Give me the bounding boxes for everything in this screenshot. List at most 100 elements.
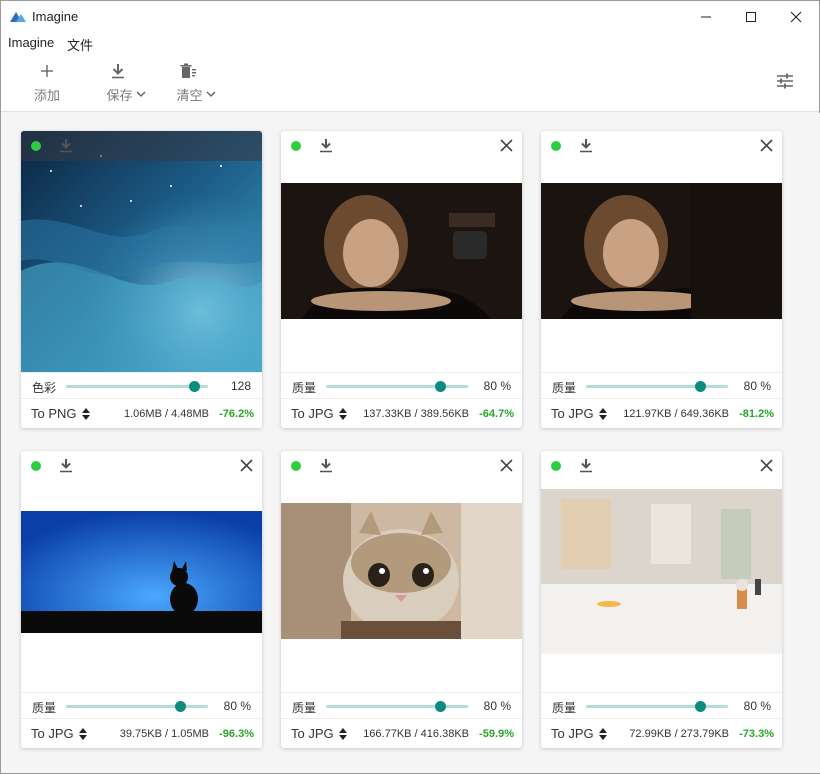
- format-row: To JPG 121.97KB / 649.36KB -81.2%: [541, 398, 782, 428]
- sort-arrows-icon: [598, 407, 607, 420]
- download-icon[interactable]: [319, 458, 333, 473]
- menu-bar: Imagine 文件: [1, 32, 819, 54]
- download-icon[interactable]: [579, 138, 593, 153]
- control-value: 80 %: [483, 379, 511, 393]
- settings-sliders-icon[interactable]: [776, 72, 794, 90]
- quality-slider[interactable]: [586, 381, 728, 392]
- minimize-icon: [701, 16, 711, 17]
- format-row: To JPG 39.75KB / 1.05MB -96.3%: [21, 718, 262, 748]
- maximize-icon: [746, 11, 756, 22]
- card-header: [21, 451, 262, 481]
- slider-thumb[interactable]: [434, 381, 446, 392]
- download-icon[interactable]: [59, 458, 73, 473]
- slider-thumb[interactable]: [694, 381, 706, 392]
- clear-button[interactable]: 清空: [173, 60, 219, 106]
- card-header: [21, 131, 262, 161]
- status-done-icon: [31, 141, 41, 151]
- format-label: To JPG: [31, 726, 74, 741]
- close-icon[interactable]: [500, 459, 513, 472]
- file-sizes: 72.99KB / 273.79KB: [629, 728, 729, 740]
- image-card[interactable]: 质量 80 % To JPG 39.75KB / 1.05MB -96.3%: [21, 451, 262, 748]
- control-value: 128: [230, 379, 251, 393]
- compression-ratio: -73.3%: [739, 728, 774, 740]
- download-icon[interactable]: [59, 138, 73, 153]
- slider-thumb[interactable]: [434, 701, 446, 712]
- close-icon[interactable]: [760, 459, 773, 472]
- format-select[interactable]: To JPG: [291, 406, 347, 421]
- format-select[interactable]: To JPG: [551, 726, 607, 741]
- status-done-icon: [291, 461, 301, 471]
- compression-ratio: -64.7%: [479, 408, 514, 420]
- close-icon[interactable]: [240, 459, 253, 472]
- card-header: [281, 451, 522, 481]
- format-select[interactable]: To JPG: [31, 726, 87, 741]
- card-header: [281, 131, 522, 161]
- save-button[interactable]: 保存: [103, 60, 149, 106]
- image-card[interactable]: 质量 80 % To JPG 72.99KB / 273.79KB -73.3%: [541, 451, 782, 748]
- quality-slider[interactable]: [586, 701, 728, 712]
- add-label: 添加: [33, 88, 60, 103]
- quality-control: 质量 80 %: [281, 692, 522, 718]
- galaxy-image: [21, 131, 262, 372]
- minimize-button[interactable]: [683, 1, 729, 32]
- close-window-button[interactable]: [773, 1, 819, 32]
- menu-item-imagine[interactable]: Imagine: [8, 35, 54, 50]
- format-select[interactable]: To JPG: [551, 406, 607, 421]
- cat-silhouette-image: [21, 511, 262, 633]
- format-select[interactable]: To JPG: [291, 726, 347, 741]
- sort-arrows-icon: [338, 727, 347, 740]
- quality-slider[interactable]: [66, 701, 208, 712]
- chevron-down-icon: [135, 91, 146, 98]
- quality-control: 质量 80 %: [541, 692, 782, 718]
- close-icon[interactable]: [760, 139, 773, 152]
- chevron-down-icon: [205, 91, 216, 98]
- format-row: To JPG 166.77KB / 416.38KB -59.9%: [281, 718, 522, 748]
- clear-all-icon: [180, 63, 196, 78]
- portrait-image: [541, 183, 782, 319]
- control-value: 80 %: [743, 699, 771, 713]
- file-sizes: 137.33KB / 389.56KB: [363, 408, 469, 420]
- slider-thumb[interactable]: [694, 701, 706, 712]
- app-logo-icon: [10, 12, 26, 22]
- image-card[interactable]: 质量 80 % To JPG 166.77KB / 416.38KB -59.9…: [281, 451, 522, 748]
- color-control: 色彩 128: [21, 372, 262, 398]
- quality-control: 质量 80 %: [281, 372, 522, 398]
- plus-icon: [41, 65, 53, 77]
- control-label: 色彩: [32, 381, 57, 395]
- save-label: 保存: [106, 88, 133, 103]
- card-header: [541, 131, 782, 161]
- image-card[interactable]: 质量 80 % To JPG 121.97KB / 649.36KB -81.2…: [541, 131, 782, 428]
- quality-control: 质量 80 %: [21, 692, 262, 718]
- format-select[interactable]: To PNG: [31, 406, 90, 421]
- compression-ratio: -96.3%: [219, 728, 254, 740]
- slider-thumb[interactable]: [188, 381, 200, 392]
- quality-slider[interactable]: [326, 381, 468, 392]
- image-grid: 色彩 128 To PNG 1.06MB / 4.48MB -76.2% 质量 …: [2, 113, 820, 773]
- control-value: 80 %: [483, 699, 511, 713]
- download-icon[interactable]: [319, 138, 333, 153]
- format-row: To JPG 72.99KB / 273.79KB -73.3%: [541, 718, 782, 748]
- compression-ratio: -81.2%: [739, 408, 774, 420]
- maximize-button[interactable]: [728, 1, 774, 32]
- add-button[interactable]: 添加: [32, 60, 62, 106]
- figurines-image: [541, 489, 782, 654]
- close-icon[interactable]: [500, 139, 513, 152]
- control-value: 80 %: [223, 699, 251, 713]
- menu-item-file[interactable]: 文件: [67, 35, 93, 54]
- color-slider[interactable]: [66, 381, 208, 392]
- close-icon: [790, 11, 802, 22]
- control-label: 质量: [32, 701, 57, 715]
- format-label: To JPG: [551, 726, 594, 741]
- quality-control: 质量 80 %: [541, 372, 782, 398]
- sort-arrows-icon: [78, 727, 87, 740]
- image-card[interactable]: 色彩 128 To PNG 1.06MB / 4.48MB -76.2%: [21, 131, 262, 428]
- file-sizes: 166.77KB / 416.38KB: [363, 728, 469, 740]
- kitten-image: [281, 503, 522, 639]
- status-done-icon: [551, 461, 561, 471]
- quality-slider[interactable]: [326, 701, 468, 712]
- app-window: Imagine Imagine 文件 添加 保存 清空 色彩 128 To PN…: [0, 0, 820, 774]
- slider-thumb[interactable]: [174, 701, 186, 712]
- portrait-ad-image: [281, 183, 522, 319]
- image-card[interactable]: 质量 80 % To JPG 137.33KB / 389.56KB -64.7…: [281, 131, 522, 428]
- download-icon[interactable]: [579, 458, 593, 473]
